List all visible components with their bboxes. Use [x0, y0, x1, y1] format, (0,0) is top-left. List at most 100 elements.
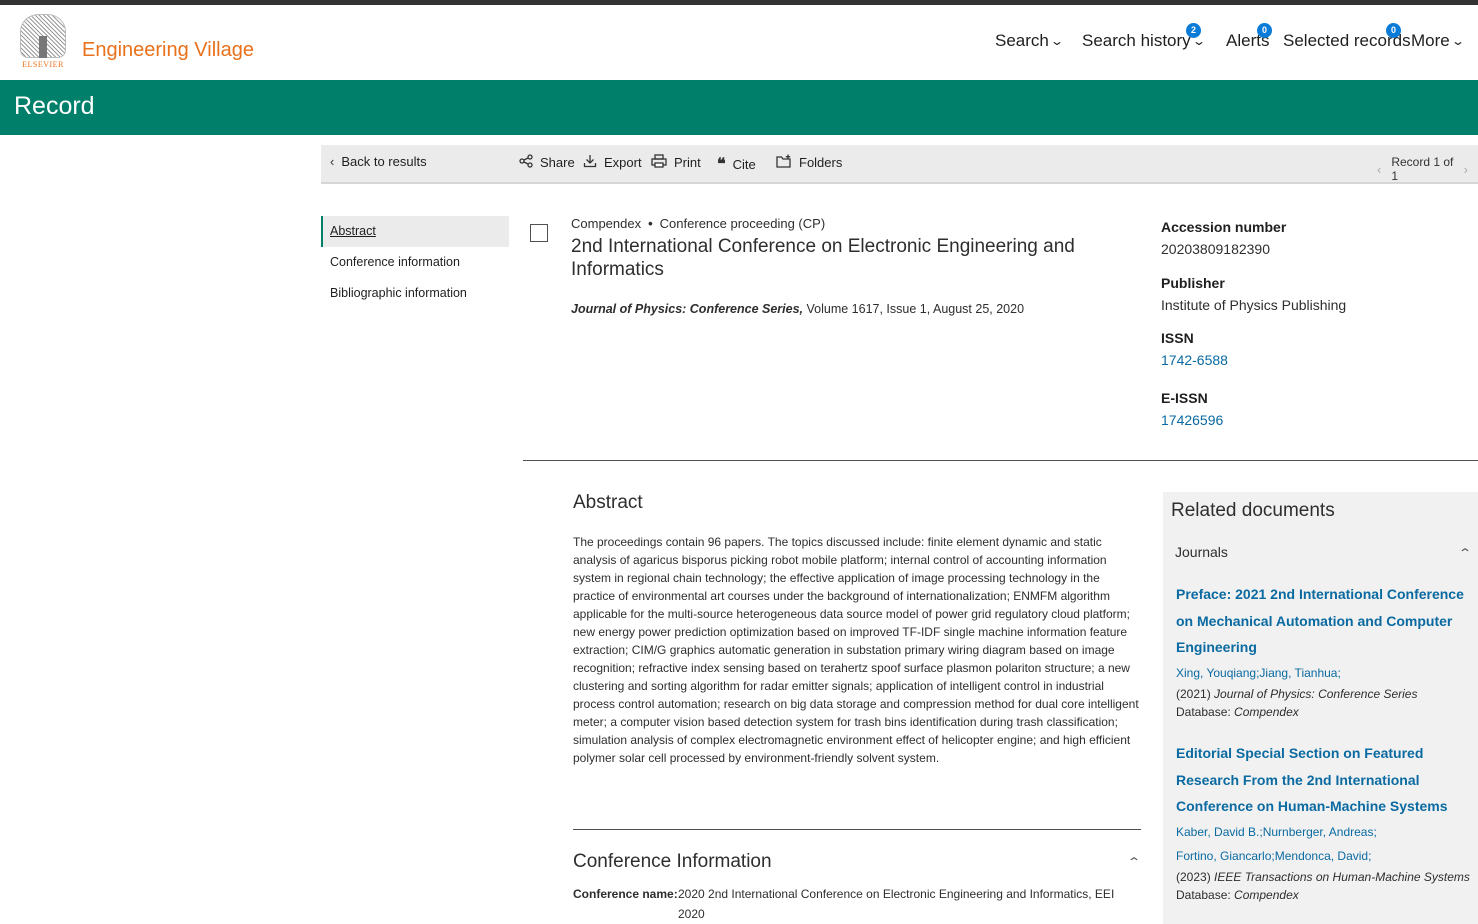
chevron-right-icon[interactable]: › [1464, 162, 1468, 177]
back-to-results-button[interactable]: ‹ Back to results [330, 154, 427, 169]
logo-wordmark: ELSEVIER [22, 60, 64, 69]
database-label: Database: [1176, 887, 1231, 902]
author-link[interactable]: Nurnberger, Andreas; [1263, 825, 1377, 839]
author-link[interactable]: Fortino, Giancarlo; [1176, 849, 1275, 863]
separator-dot: • [648, 216, 653, 231]
issn-block: ISSN 1742-6588 [1161, 330, 1461, 368]
selected-records-badge: 0 [1386, 23, 1401, 38]
journal-name[interactable]: Journal of Physics: Conference Series, [571, 302, 803, 316]
database-value: Compendex [1234, 887, 1299, 902]
database-name: Compendex [571, 216, 642, 231]
related-doc: Editorial Special Section on Featured Re… [1176, 740, 1476, 904]
chevron-down-icon: ⌄ [1049, 34, 1064, 48]
section-nav-conference-information[interactable]: Conference information [321, 247, 509, 278]
journals-subheading: Journals [1175, 544, 1228, 560]
chevron-down-icon: ⌄ [1450, 34, 1465, 48]
record-title: 2nd International Conference on Electron… [571, 236, 1075, 280]
export-label: Export [604, 155, 642, 170]
print-button[interactable]: Print [651, 154, 701, 171]
elsevier-logo[interactable]: ELSEVIER [18, 14, 68, 70]
nav-alerts[interactable]: Alerts 0 [1226, 23, 1272, 51]
eissn-block: E-ISSN 17426596 [1161, 390, 1461, 428]
brand-name[interactable]: Engineering Village [82, 39, 254, 62]
author-link[interactable]: Mendonca, David; [1275, 849, 1372, 863]
tree-trunk [39, 36, 47, 58]
publisher-value: Institute of Physics Publishing [1161, 297, 1347, 313]
database-label: Database: [1176, 704, 1231, 719]
share-icon [519, 154, 533, 171]
related-doc-title[interactable]: Preface: 2021 2nd International Conferen… [1176, 581, 1476, 661]
search-history-badge: 2 [1186, 23, 1201, 38]
section-divider [523, 460, 1478, 461]
page-title: Record [14, 92, 95, 120]
back-to-results-label: Back to results [341, 154, 427, 169]
print-label: Print [674, 155, 701, 170]
related-doc-year: (2021) [1176, 686, 1211, 701]
related-doc-source: (2023) IEEE Transactions on Human-Machin… [1176, 868, 1476, 886]
share-button[interactable]: Share [519, 154, 575, 171]
record-pager: ‹ Record 1 of 1 › [1367, 155, 1478, 183]
share-label: Share [540, 155, 575, 170]
related-doc-authors: Kaber, David B.;Nurnberger, Andreas; Fort… [1176, 820, 1476, 868]
related-documents-heading: Related documents [1171, 500, 1335, 521]
section-nav-abstract[interactable]: Abstract [321, 216, 509, 247]
related-doc-database: Database: Compendex [1176, 703, 1476, 721]
printer-icon [651, 154, 667, 171]
author-link[interactable]: Xing, Youqiang; [1176, 666, 1259, 680]
related-doc-title[interactable]: Editorial Special Section on Featured Re… [1176, 740, 1476, 820]
page-title-band: Record [0, 80, 1478, 135]
conference-name-row: Conference name: 2020 2nd International … [573, 884, 1141, 924]
related-doc-authors: Xing, Youqiang;Jiang, Tianhua; [1176, 661, 1476, 685]
journal-line: Journal of Physics: Conference Series, V… [571, 302, 1024, 316]
nav-search[interactable]: Search ⌄ [995, 31, 1064, 51]
accession-number-value: 20203809182390 [1161, 241, 1271, 257]
nav-search-label: Search [995, 31, 1049, 50]
eissn-link[interactable]: 17426596 [1161, 412, 1461, 428]
folders-label: Folders [799, 155, 843, 170]
nav-search-history-label: Search history [1082, 31, 1191, 50]
author-link[interactable]: Kaber, David B.; [1176, 825, 1263, 839]
record-toolbar: ‹ Back to results Share Export Print ❝ C… [321, 145, 1478, 184]
nav-more-label: More [1411, 31, 1450, 50]
related-documents-panel: Related documents Journals ⌃ Preface: 20… [1163, 492, 1478, 924]
export-button[interactable]: Export [583, 154, 642, 171]
related-doc-journal: IEEE Transactions on Human-Machine Syste… [1214, 869, 1470, 884]
publisher-block: Publisher Institute of Physics Publishin… [1161, 275, 1461, 313]
record-count: Record 1 of 1 [1391, 155, 1454, 183]
related-doc: Preface: 2021 2nd International Conferen… [1176, 581, 1476, 721]
related-doc-source: (2021) Journal of Physics: Conference Se… [1176, 685, 1476, 703]
nav-more[interactable]: More ⌄ [1411, 31, 1465, 51]
site-header: ELSEVIER Engineering Village Search ⌄ Se… [0, 5, 1478, 80]
conference-divider [573, 829, 1141, 830]
related-doc-database: Database: Compendex [1176, 886, 1476, 904]
issn-link[interactable]: 1742-6588 [1161, 352, 1461, 368]
accession-number-block: Accession number 20203809182390 [1161, 219, 1461, 257]
section-nav-bibliographic-information[interactable]: Bibliographic information [321, 278, 509, 309]
conference-heading: Conference Information [573, 851, 772, 872]
source-line: Compendex • Conference proceeding (CP) [571, 216, 825, 231]
section-nav: Abstract Conference information Bibliogr… [321, 216, 509, 309]
nav-search-history[interactable]: Search history ⌄ 2 [1082, 23, 1206, 51]
author-link[interactable]: Jiang, Tianhua; [1259, 666, 1340, 680]
select-record-checkbox[interactable] [530, 224, 548, 242]
chevron-up-icon[interactable]: ⌃ [1127, 855, 1141, 869]
cite-label: Cite [732, 156, 756, 172]
document-type: Conference proceeding (CP) [659, 216, 826, 231]
folder-add-icon [776, 154, 792, 171]
related-doc-journal: Journal of Physics: Conference Series [1214, 686, 1418, 701]
conference-name-label: Conference name: [573, 887, 678, 901]
journal-details: Volume 1617, Issue 1, August 25, 2020 [806, 302, 1025, 316]
download-icon [583, 154, 597, 171]
issn-label: ISSN [1161, 330, 1194, 346]
eissn-label: E-ISSN [1161, 390, 1208, 406]
abstract-text: The proceedings contain 96 papers. The t… [573, 535, 1139, 765]
alerts-badge: 0 [1257, 23, 1272, 38]
database-value: Compendex [1234, 704, 1299, 719]
nav-selected-records[interactable]: Selected records 0 [1283, 23, 1411, 51]
folders-button[interactable]: Folders [776, 154, 842, 171]
cite-button[interactable]: ❝ Cite [717, 154, 756, 174]
publisher-label: Publisher [1161, 275, 1225, 291]
chevron-left-icon[interactable]: ‹ [1377, 162, 1381, 177]
chevron-up-icon[interactable]: ⌃ [1458, 546, 1472, 560]
related-doc-year: (2023) [1176, 869, 1211, 884]
